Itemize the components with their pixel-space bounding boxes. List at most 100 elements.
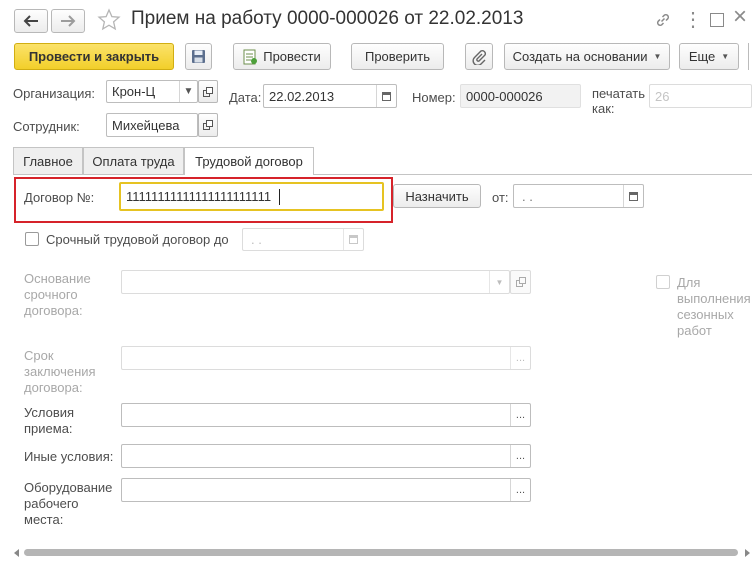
conditions-field[interactable]: ... [121,403,531,427]
calendar-button[interactable] [623,185,643,207]
number-label: Номер: [412,90,456,105]
date-label: Дата: [229,90,262,105]
seasonal-label-line1: Для [677,275,701,290]
more-menu-icon[interactable]: ⋮ [683,7,703,32]
tab-employment-contract[interactable]: Трудовой договор [184,147,314,175]
equipment-field[interactable]: ... [121,478,531,502]
term-label-line2: заключения [24,364,96,379]
floppy-disk-icon [192,50,205,63]
date-value: 22.02.2013 [269,88,335,104]
create-based-on-button[interactable]: Создать на основании ▼ [504,43,670,70]
equipment-label-line1: Оборудование [24,480,113,495]
calendar-button[interactable] [343,229,363,250]
print-as-value: 26 [655,88,670,104]
print-as-label-line1: печатать [592,86,646,101]
contract-number-value: 11111111111111111111111 [126,189,272,204]
organization-value: Крон-Ц [112,84,156,99]
create-based-on-label: Создать на основании [512,49,648,64]
check-button[interactable]: Проверить [351,43,444,70]
ellipsis-button[interactable]: ... [510,404,530,426]
ellipsis-button[interactable]: ... [510,347,530,369]
tabs-baseline [13,174,752,175]
print-as-label-line2: как: [592,101,615,116]
organization-label: Организация: [13,86,96,101]
post-document-icon [243,49,258,64]
contract-from-label: от: [492,190,509,205]
save-button[interactable] [185,43,212,70]
link-icon[interactable] [654,11,672,32]
basis-label-line1: Основание [24,271,91,286]
conditions-label-line2: приема: [24,421,73,436]
contract-number-label: Договор №: [24,190,95,205]
print-as-field[interactable]: 26 [649,84,752,108]
calendar-icon [349,235,358,244]
calendar-icon [382,91,391,101]
employee-open-button[interactable] [198,113,218,137]
open-external-icon [203,86,213,97]
seasonal-label-line4: работ [677,323,712,338]
seasonal-work-checkbox[interactable] [656,275,670,289]
window-title: Прием на работу 0000-000026 от 22.02.201… [131,8,524,29]
chevron-down-icon: ▼ [721,52,730,61]
seasonal-label-line3: сезонных [677,307,734,322]
scrollbar-thumb[interactable] [24,549,738,556]
chevron-down-icon: ▼ [653,52,662,61]
fixed-term-label: Срочный трудовой договор до [46,232,229,247]
post-button-label: Провести [263,49,321,64]
tab-payment[interactable]: Оплата труда [83,147,184,174]
conditions-label-line1: Условия [24,405,75,420]
basis-field[interactable]: ▼ [121,270,510,294]
favorite-star-icon[interactable] [97,8,121,35]
more-button-label: Еще [688,49,716,64]
fixed-term-date-value: . . [251,232,262,247]
basis-label-line3: договора: [24,303,83,318]
date-field[interactable]: 22.02.2013 [263,84,397,108]
ellipsis-button[interactable]: ... [510,445,530,467]
employee-value: Михейцева [112,117,180,133]
employee-label: Сотрудник: [13,119,80,134]
paperclip-icon [472,49,486,65]
calendar-icon [629,191,638,201]
dropdown-chevron-icon[interactable]: ▼ [179,81,197,102]
contract-number-input[interactable]: 11111111111111111111111 [119,182,384,211]
horizontal-scrollbar[interactable] [14,548,750,557]
ellipsis-button[interactable]: ... [510,479,530,501]
equipment-label-line3: места: [24,512,64,527]
dropdown-chevron-icon[interactable]: ▼ [489,271,509,293]
maximize-icon[interactable] [710,13,724,27]
basis-open-button[interactable] [510,270,531,294]
calendar-button[interactable] [376,85,396,107]
other-conditions-label: Иные условия: [24,449,114,464]
text-cursor [279,189,280,205]
basis-label-line2: срочного [24,287,78,302]
scroll-right-icon[interactable] [745,549,750,557]
equipment-label-line2: рабочего [24,496,79,511]
open-external-icon [203,120,213,130]
term-label-line3: договора: [24,380,83,395]
number-value: 0000-000026 [466,88,543,104]
other-conditions-field[interactable]: ... [121,444,531,468]
toolbar-overflow-divider [748,43,749,70]
back-button[interactable] [14,9,48,33]
assign-button[interactable]: Назначить [393,184,481,208]
seasonal-label-line2: выполнения [677,291,751,306]
close-icon[interactable]: × [733,3,747,31]
contract-date-field[interactable]: . . [513,184,644,208]
fixed-term-checkbox[interactable] [25,232,39,246]
term-label-line1: Срок [24,348,54,363]
organization-open-button[interactable] [198,80,218,103]
post-button[interactable]: Провести [233,43,331,70]
tab-main[interactable]: Главное [13,147,83,174]
employee-field[interactable]: Михейцева [106,113,198,137]
term-field[interactable]: ... [121,346,531,370]
number-field[interactable]: 0000-000026 [460,84,581,108]
attach-button[interactable] [465,43,493,70]
organization-field[interactable]: Крон-Ц ▼ [106,80,198,103]
arrow-left-icon [23,15,38,27]
contract-date-value: . . [522,188,533,204]
forward-button[interactable] [51,9,85,33]
fixed-term-date-field[interactable]: . . [242,228,364,251]
more-button[interactable]: Еще ▼ [679,43,739,70]
scroll-left-icon[interactable] [14,549,19,557]
post-and-close-button[interactable]: Провести и закрыть [14,43,174,70]
